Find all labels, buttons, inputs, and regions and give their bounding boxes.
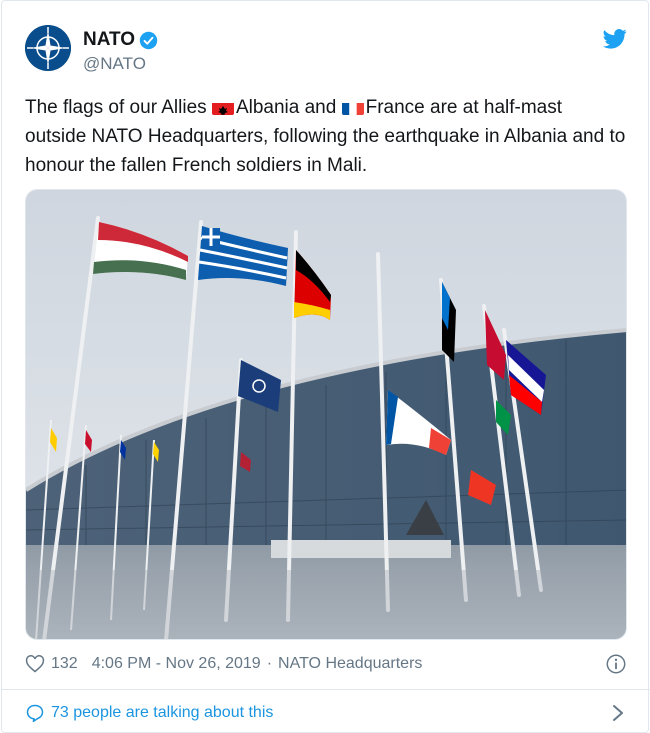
tweet-header: NATO @NATO [25, 25, 627, 77]
location-separator: · [266, 655, 273, 672]
tweet-text-and: and [304, 97, 342, 118]
france-flag-emoji [341, 99, 364, 115]
tweet-meta: 132 4:06 PM - Nov 26, 2019 · NATO Headqu… [25, 651, 627, 677]
tweet-photo[interactable] [25, 189, 627, 640]
albania-flag-emoji [211, 99, 234, 115]
chevron-right-icon[interactable] [609, 703, 627, 723]
tweet-date[interactable]: Nov 26, 2019 [166, 655, 261, 673]
account-name[interactable]: NATO [83, 29, 135, 51]
verified-badge-icon [139, 31, 158, 49]
divider [2, 689, 650, 690]
avatar[interactable] [25, 25, 71, 71]
tweet-card: NATO @NATO The flags of our Allies Alban… [1, 0, 650, 733]
speech-bubble-icon [26, 704, 44, 723]
name-row: NATO [83, 29, 158, 51]
nato-headquarters-flags-photo [26, 190, 626, 639]
heart-icon[interactable] [25, 654, 45, 674]
tweet-text-part1: The flags of our Allies [25, 97, 212, 118]
tweet-text: The flags of our Allies Albania and Fran… [25, 93, 627, 180]
twitter-bird-icon[interactable] [603, 29, 627, 49]
like-count[interactable]: 132 [51, 655, 78, 673]
time-date-separator: - [151, 655, 166, 672]
nato-compass-logo-icon [25, 25, 71, 71]
conversation-label[interactable]: 73 people are talking about this [51, 704, 273, 722]
tweet-text-france: France [365, 97, 425, 118]
tweet-time[interactable]: 4:06 PM [92, 655, 152, 673]
account-handle[interactable]: @NATO [83, 54, 146, 74]
tweet-location[interactable]: NATO Headquarters [278, 655, 422, 673]
info-icon[interactable] [605, 653, 627, 675]
tweet-text-albania: Albania [235, 97, 300, 118]
conversation-link[interactable]: 73 people are talking about this [25, 701, 627, 725]
